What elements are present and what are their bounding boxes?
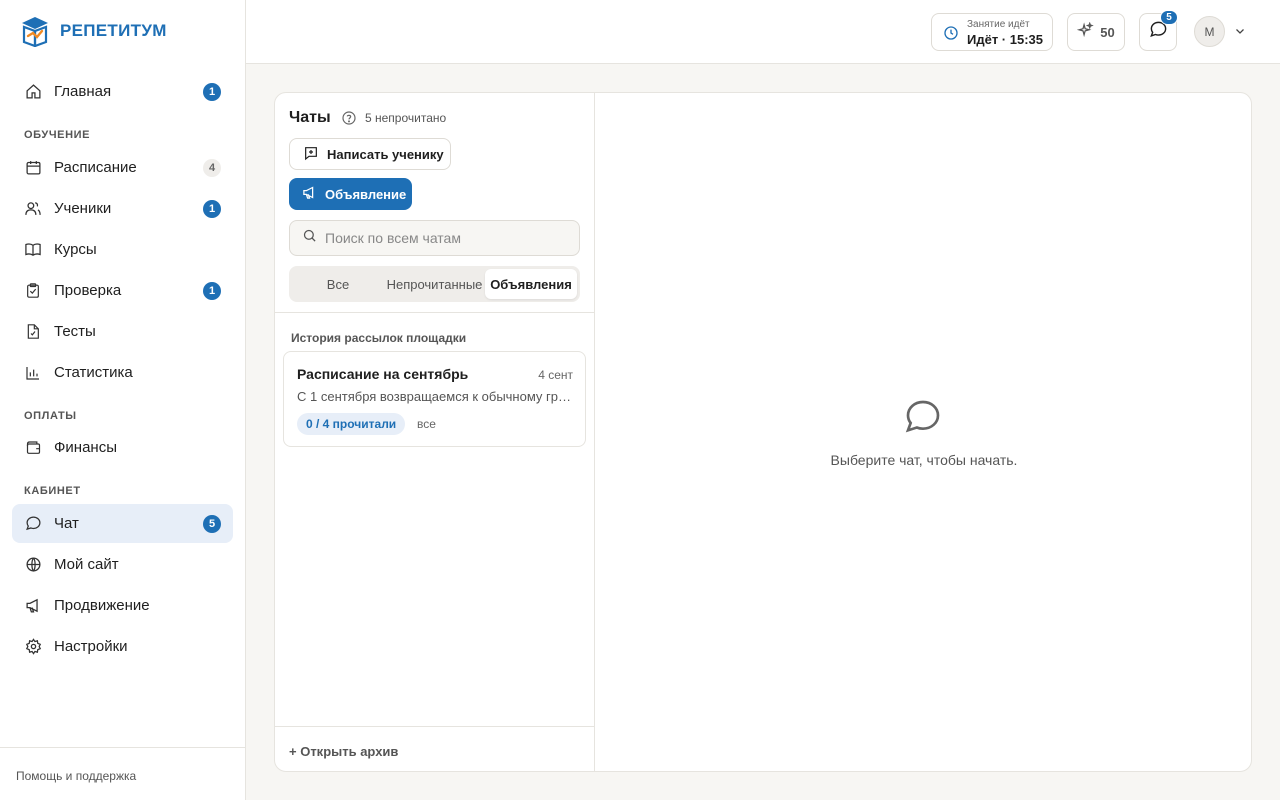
messages-button[interactable]: 5 [1139,10,1178,51]
clock-icon [943,25,959,46]
sidebar-item-home[interactable]: Главная 1 [12,72,233,111]
chat-bubble-icon [903,397,943,442]
open-archive-link[interactable]: + Открыть архив [289,744,398,759]
broadcast-title: Расписание на сентябрь [297,366,469,382]
sparkles-icon [1076,21,1095,42]
sidebar-item-review[interactable]: Проверка 1 [12,271,233,310]
section-label-payments: ОПЛАТЫ [24,410,77,422]
sidebar-item-label: Чат [54,515,79,532]
sidebar-item-label: Продвижение [54,597,150,614]
sidebar-item-label: Мой сайт [54,556,119,573]
chat-bubble-icon [24,515,42,533]
gear-icon [24,638,42,656]
chat-filter-tabs: Все Непрочитанные Объявления [289,266,580,302]
chat-search [289,220,580,256]
file-check-icon [24,323,42,341]
messages-badge: 5 [1160,10,1178,25]
broadcast-date: 4 сент [538,368,573,382]
lesson-status-time: Идёт · 15:35 [967,32,1043,47]
count-badge: 1 [203,200,221,218]
empty-state-text: Выберите чат, чтобы начать. [830,452,1018,468]
users-icon [24,200,42,218]
book-open-icon [24,241,42,259]
sidebar-item-stats[interactable]: Статистика [12,353,233,392]
sidebar-item-label: Статистика [54,364,133,381]
globe-icon [24,556,42,574]
search-icon [302,228,317,248]
sidebar-item-label: Курсы [54,241,97,258]
sidebar-item-label: Тесты [54,323,96,340]
section-label-cabinet: КАБИНЕТ [24,485,81,497]
broadcast-preview: С 1 сентября возвращаемся к обычному гра… [297,389,572,404]
read-status-badge: 0 / 4 прочитали [297,413,406,435]
search-input[interactable] [325,230,565,246]
credits-button[interactable]: 50 [1067,13,1125,51]
chat-list-pane: Чаты 5 непрочитано Написать ученику Объя… [275,93,595,771]
count-badge: 1 [203,83,221,101]
tab-all[interactable]: Все [292,269,384,299]
sidebar-item-chat[interactable]: Чат 5 [12,504,233,543]
broadcast-audience: все [417,417,436,431]
divider [275,726,595,727]
lesson-status-button[interactable]: Занятие идёт Идёт · 15:35 [931,13,1053,51]
sidebar-item-label: Проверка [54,282,122,299]
message-plus-icon [303,145,319,164]
unread-count: 5 непрочитано [365,111,447,125]
lesson-status-caption: Занятие идёт [967,19,1030,30]
sidebar-item-label: Расписание [54,159,137,176]
sidebar-item-label: Главная [54,83,112,100]
sidebar-item-schedule[interactable]: Расписание 4 [12,148,233,187]
sidebar-item-label: Настройки [54,638,128,655]
logo[interactable]: РЕПЕТИТУМ [20,15,167,47]
sidebar-footer: Помощь и поддержка [0,747,245,800]
announcement-button[interactable]: Объявление [289,178,412,210]
clipboard-check-icon [24,282,42,300]
help-support-link[interactable]: Помощь и поддержка [16,769,136,783]
write-student-label: Написать ученику [327,146,444,162]
chat-panel: Чаты 5 непрочитано Написать ученику Объя… [274,92,1252,772]
help-circle-icon[interactable] [341,110,357,131]
tab-announcements[interactable]: Объявления [485,269,577,299]
sidebar-item-settings[interactable]: Настройки [12,627,233,666]
announcement-label: Объявление [325,186,407,202]
sidebar-item-site[interactable]: Мой сайт [12,545,233,584]
tab-unread[interactable]: Непрочитанные [384,269,485,299]
sidebar-item-tests[interactable]: Тесты [12,312,233,351]
wallet-icon [24,439,42,457]
home-icon [24,83,42,101]
sidebar-item-promo[interactable]: Продвижение [12,586,233,625]
write-student-button[interactable]: Написать ученику [289,138,451,170]
count-badge: 5 [203,515,221,533]
megaphone-icon [302,185,317,203]
section-label-learning: ОБУЧЕНИЕ [24,129,91,141]
sidebar-item-label: Ученики [54,200,112,217]
sidebar-item-students[interactable]: Ученики 1 [12,189,233,228]
sidebar-item-label: Финансы [54,439,117,456]
count-badge: 1 [203,282,221,300]
broadcast-item[interactable]: Расписание на сентябрь 4 сент С 1 сентяб… [283,351,586,447]
page-title: Чаты [289,109,331,126]
bar-chart-icon [24,364,42,382]
broadcast-history-heading: История рассылок площадки [291,331,467,345]
megaphone-icon [24,597,42,615]
calendar-icon [24,159,42,177]
sidebar-item-courses[interactable]: Курсы [12,230,233,269]
avatar[interactable]: M [1194,16,1225,47]
divider [275,312,595,313]
topbar: Занятие идёт Идёт · 15:35 50 5 M [246,0,1280,64]
graduation-cap-logo-icon [22,17,48,47]
count-badge: 4 [203,159,221,177]
credits-count: 50 [1100,24,1115,40]
sidebar: РЕПЕТИТУМ Главная 1 ОБУЧЕНИЕ Расписание … [0,0,246,800]
chevron-down-icon[interactable] [1234,24,1246,42]
sidebar-item-finance[interactable]: Финансы [12,428,233,467]
brand-name: РЕПЕТИТУМ [60,21,167,40]
